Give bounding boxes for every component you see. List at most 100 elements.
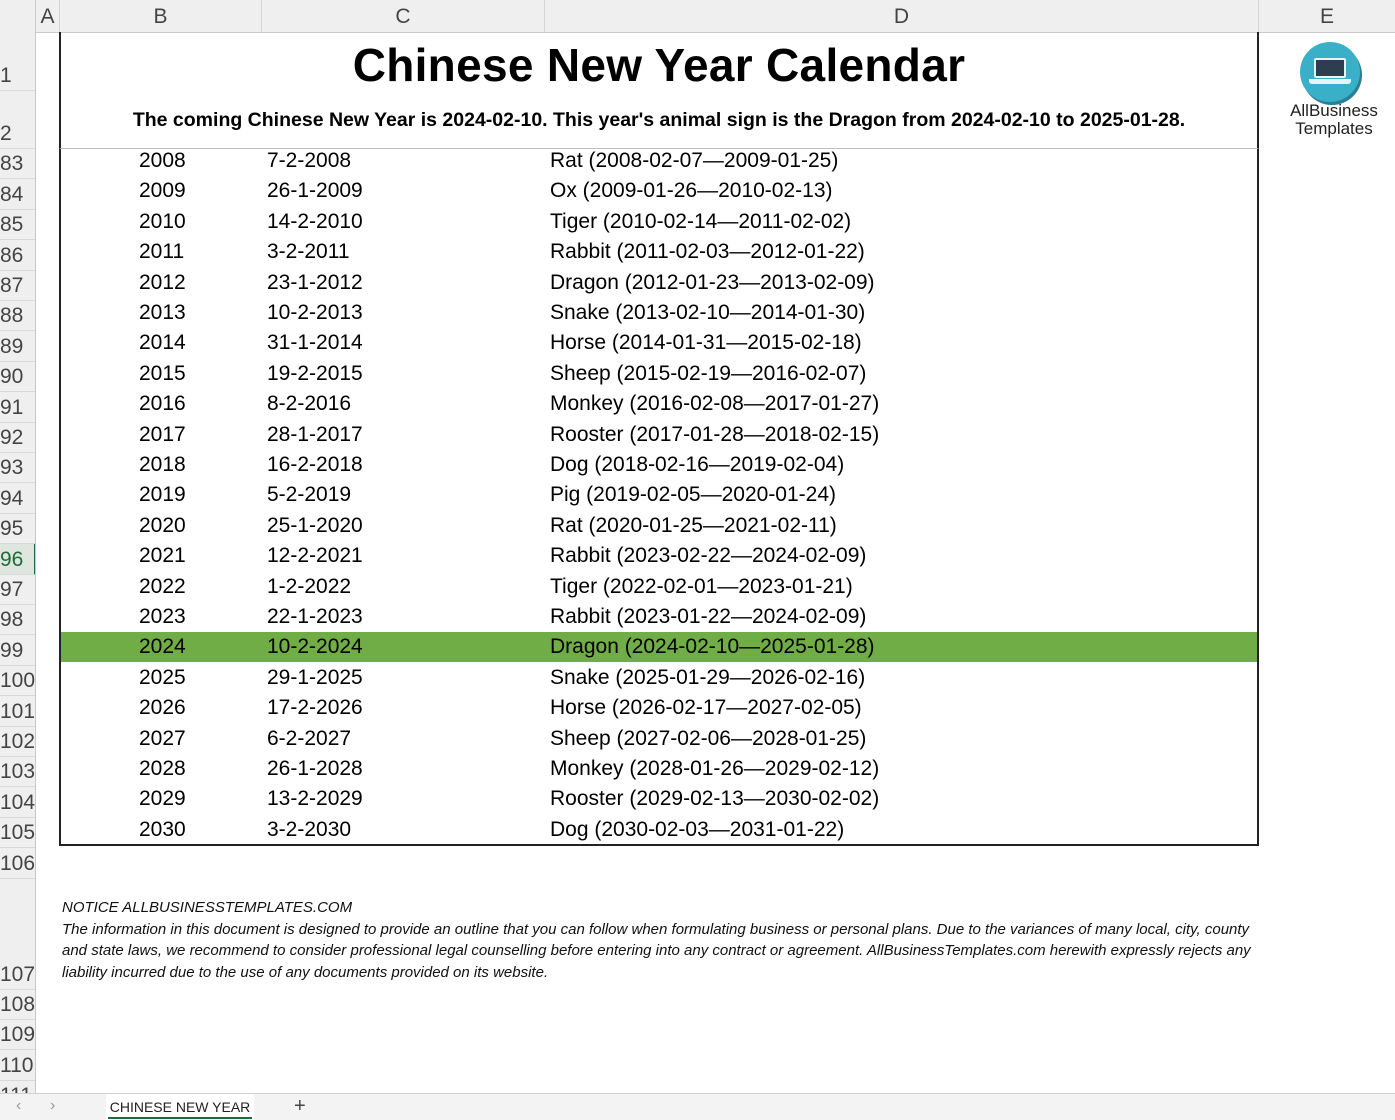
year-cell[interactable]: 2009 (139, 176, 186, 206)
animal-sign-cell[interactable]: Tiger (2010-02-14—2011-02-02) (550, 207, 851, 237)
year-cell[interactable]: 2016 (139, 389, 186, 419)
animal-sign-cell[interactable]: Ox (2009-01-26—2010-02-13) (550, 176, 833, 206)
table-row[interactable]: 2020 25-1-2020 Rat (2020-01-25—2021-02-11) (61, 511, 1257, 541)
date-cell[interactable]: 3-2-2030 (267, 815, 351, 845)
animal-sign-cell[interactable]: Rat (2008-02-07—2009-01-25) (550, 146, 838, 176)
animal-sign-cell[interactable]: Rabbit (2023-01-22—2024-02-09) (550, 602, 866, 632)
row-header-98[interactable]: 98 (0, 605, 35, 636)
animal-sign-cell[interactable]: Snake (2013-02-10—2014-01-30) (550, 298, 865, 328)
table-row[interactable]: 2014 31-1-2014 Horse (2014-01-31—2015-02-1… (61, 328, 1257, 358)
year-cell[interactable]: 2017 (139, 420, 186, 450)
year-cell[interactable]: 2021 (139, 541, 186, 571)
date-cell[interactable]: 17-2-2026 (267, 693, 363, 723)
animal-sign-cell[interactable]: Horse (2026-02-17—2027-02-05) (550, 693, 862, 723)
date-cell[interactable]: 5-2-2019 (267, 480, 351, 510)
row-header-100[interactable]: 100 (0, 666, 35, 697)
spreadsheet-grid[interactable]: A B C D E 1 2 83 84 85 86 87 88 89 90 91 92 93 94 95… (0, 0, 1395, 1093)
row-header-110[interactable]: 110 (0, 1050, 35, 1081)
row-header-95[interactable]: 95 (0, 514, 35, 545)
select-all-corner[interactable] (0, 0, 36, 32)
row-header-99[interactable]: 99 (0, 635, 35, 666)
row-header-102[interactable]: 102 (0, 727, 35, 757)
date-cell[interactable]: 25-1-2020 (267, 511, 363, 541)
date-cell[interactable]: 23-1-2012 (267, 268, 363, 298)
column-header-b[interactable]: B (60, 0, 262, 32)
row-header-111[interactable]: 111 (0, 1081, 35, 1093)
year-cell[interactable]: 2011 (139, 237, 184, 267)
table-row[interactable]: 2018 16-2-2018 Dog (2018-02-16—2019-02-04) (61, 450, 1257, 480)
column-header-c[interactable]: C (262, 0, 545, 32)
animal-sign-cell[interactable]: Dog (2030-02-03—2031-01-22) (550, 815, 844, 845)
year-cell[interactable]: 2019 (139, 480, 186, 510)
table-row[interactable]: 2019 5-2-2019 Pig (2019-02-05—2020-01-24) (61, 480, 1257, 510)
date-cell[interactable]: 3-2-2011 (267, 237, 350, 267)
year-cell[interactable]: 2014 (139, 328, 186, 358)
year-cell[interactable]: 2030 (139, 815, 186, 845)
year-cell[interactable]: 2013 (139, 298, 186, 328)
animal-sign-cell[interactable]: Tiger (2022-02-01—2023-01-21) (550, 572, 853, 602)
date-cell[interactable]: 1-2-2022 (267, 572, 351, 602)
date-cell[interactable]: 19-2-2015 (267, 359, 363, 389)
row-header-92[interactable]: 92 (0, 423, 35, 453)
animal-sign-cell[interactable]: Snake (2025-01-29—2026-02-16) (550, 663, 865, 693)
date-cell[interactable]: 22-1-2023 (267, 602, 363, 632)
table-row[interactable]: 2011 3-2-2011 Rabbit (2011-02-03—2012-01-2… (61, 237, 1257, 267)
row-header-101[interactable]: 101 (0, 696, 35, 727)
date-cell[interactable]: 26-1-2009 (267, 176, 363, 206)
table-row[interactable]: 2022 1-2-2022 Tiger (2022-02-01—2023-01-21… (61, 572, 1257, 602)
calendar-table[interactable]: 2008 7-2-2008 Rat (2008-02-07—2009-01-25) 2… (59, 149, 1259, 846)
row-header-107[interactable]: 107 (0, 879, 35, 990)
row-header-97[interactable]: 97 (0, 575, 35, 605)
animal-sign-cell[interactable]: Rooster (2017-01-28—2018-02-15) (550, 420, 879, 450)
year-cell[interactable]: 2029 (139, 784, 186, 814)
year-cell[interactable]: 2027 (139, 724, 186, 754)
date-cell[interactable]: 8-2-2016 (267, 389, 351, 419)
animal-sign-cell[interactable]: Monkey (2028-01-26—2029-02-12) (550, 754, 879, 784)
row-header-108[interactable]: 108 (0, 990, 35, 1020)
date-cell[interactable]: 14-2-2010 (267, 207, 363, 237)
animal-sign-cell[interactable]: Rooster (2029-02-13—2030-02-02) (550, 784, 879, 814)
table-row[interactable]: 2012 23-1-2012 Dragon (2012-01-23—2013-02-… (61, 268, 1257, 298)
year-cell[interactable]: 2022 (139, 572, 186, 602)
year-cell[interactable]: 2015 (139, 359, 186, 389)
year-cell[interactable]: 2012 (139, 268, 186, 298)
year-cell[interactable]: 2023 (139, 602, 186, 632)
table-row[interactable]: 2030 3-2-2030 Dog (2030-02-03—2031-01-22) (61, 815, 1257, 845)
date-cell[interactable]: 10-2-2013 (267, 298, 363, 328)
year-cell[interactable]: 2008 (139, 146, 186, 176)
add-sheet-plus-icon[interactable]: + (294, 1095, 306, 1118)
title-block[interactable]: Chinese New Year Calendar The coming Chi… (59, 32, 1259, 149)
row-header-86[interactable]: 86 (0, 240, 35, 271)
column-header-e[interactable]: E (1259, 0, 1395, 32)
row-header-1[interactable]: 1 (0, 32, 35, 91)
animal-sign-cell[interactable]: Dragon (2012-01-23—2013-02-09) (550, 268, 875, 298)
next-sheet-arrow-icon[interactable]: › (50, 1097, 55, 1115)
table-row[interactable]: 2010 14-2-2010 Tiger (2010-02-14—2011-02-0… (61, 207, 1257, 237)
table-row[interactable]: 2013 10-2-2013 Snake (2013-02-10—2014-01-3… (61, 298, 1257, 328)
table-row[interactable]: 2008 7-2-2008 Rat (2008-02-07—2009-01-25) (61, 146, 1257, 176)
year-cell[interactable]: 2024 (139, 632, 186, 662)
prev-sheet-arrow-icon[interactable]: ‹ (16, 1097, 21, 1115)
table-row[interactable]: 2025 29-1-2025 Snake (2025-01-29—2026-02-1… (61, 663, 1257, 693)
table-row[interactable]: 2017 28-1-2017 Rooster (2017-01-28—2018-02… (61, 420, 1257, 450)
row-header-109[interactable]: 109 (0, 1020, 35, 1051)
animal-sign-cell[interactable]: Rabbit (2023-02-22—2024-02-09) (550, 541, 866, 571)
row-header-88[interactable]: 88 (0, 301, 35, 332)
date-cell[interactable]: 31-1-2014 (267, 328, 363, 358)
year-cell[interactable]: 2026 (139, 693, 186, 723)
year-cell[interactable]: 2020 (139, 511, 186, 541)
year-cell[interactable]: 2010 (139, 207, 186, 237)
animal-sign-cell[interactable]: Pig (2019-02-05—2020-01-24) (550, 480, 836, 510)
row-header-91[interactable]: 91 (0, 392, 35, 423)
table-row[interactable]: 2023 22-1-2023 Rabbit (2023-01-22—2024-02-… (61, 602, 1257, 632)
animal-sign-cell[interactable]: Sheep (2015-02-19—2016-02-07) (550, 359, 866, 389)
date-cell[interactable]: 6-2-2027 (267, 724, 351, 754)
table-row[interactable]: 2029 13-2-2029 Rooster (2029-02-13—2030-02… (61, 784, 1257, 814)
date-cell[interactable]: 13-2-2029 (267, 784, 363, 814)
animal-sign-cell[interactable]: Dragon (2024-02-10—2025-01-28) (550, 632, 875, 662)
date-cell[interactable]: 7-2-2008 (267, 146, 351, 176)
row-header-87[interactable]: 87 (0, 271, 35, 301)
row-header-90[interactable]: 90 (0, 362, 35, 393)
table-row[interactable]: 2027 6-2-2027 Sheep (2027-02-06—2028-01-25… (61, 724, 1257, 754)
animal-sign-cell[interactable]: Rat (2020-01-25—2021-02-11) (550, 511, 837, 541)
